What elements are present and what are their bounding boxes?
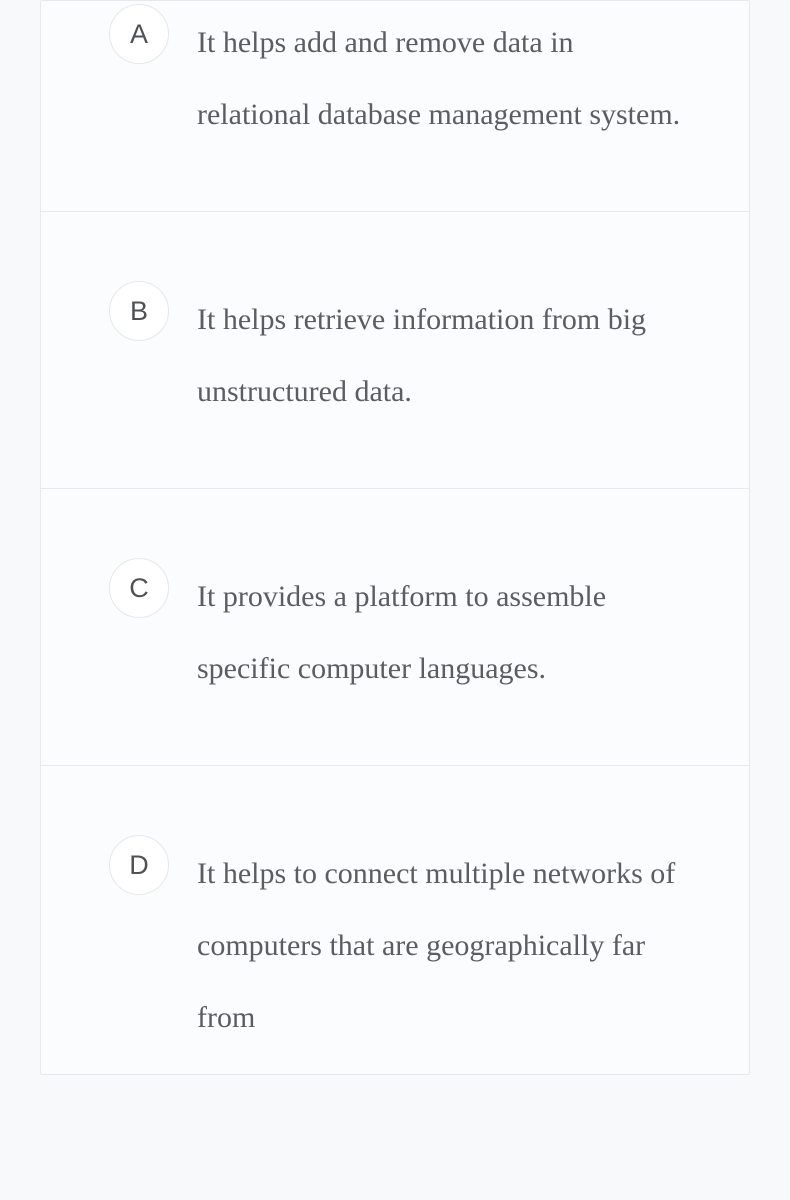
option-d[interactable]: D It helps to connect multiple networks … [41,766,749,1074]
option-text: It provides a platform to assemble speci… [197,555,689,705]
option-letter-badge: D [109,835,169,895]
option-a[interactable]: A It helps add and remove data in relati… [41,1,749,212]
option-c[interactable]: C It provides a platform to assemble spe… [41,489,749,766]
option-b[interactable]: B It helps retrieve information from big… [41,212,749,489]
option-letter-badge: B [109,281,169,341]
option-letter-badge: A [109,4,169,64]
option-text: It helps add and remove data in relation… [197,1,689,151]
option-letter-badge: C [109,558,169,618]
options-list: A It helps add and remove data in relati… [40,0,750,1075]
options-container: A It helps add and remove data in relati… [0,0,790,1075]
option-text: It helps to connect multiple networks of… [197,832,689,1054]
option-text: It helps retrieve information from big u… [197,278,689,428]
